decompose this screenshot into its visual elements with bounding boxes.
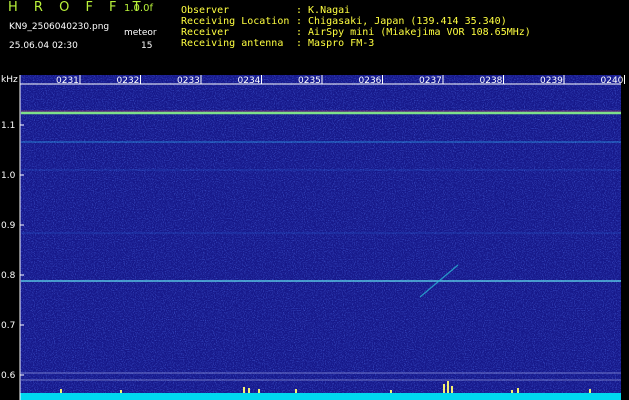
info-label-receiver: Receiver (181, 27, 230, 38)
x-tick-label: 0238 (480, 76, 503, 86)
meteor-label: meteor (124, 28, 157, 38)
burst-mark (243, 387, 245, 393)
burst-mark (517, 388, 519, 393)
info-label-observer: Observer (181, 5, 230, 16)
burst-mark (295, 389, 297, 393)
x-tick-label: 0234 (238, 76, 261, 86)
spectrum-noise (20, 75, 621, 393)
burst-mark (447, 381, 449, 393)
x-tick-label: 0232 (117, 76, 140, 86)
x-tick-label: 0235 (298, 76, 321, 86)
burst-mark (248, 388, 250, 393)
version-label: 1.0.0f (124, 3, 153, 14)
burst-mark (589, 389, 591, 393)
y-tick-label: 1.1 (1, 121, 15, 131)
info-label-antenna: Receiving antenna (181, 38, 284, 49)
info-value-antenna: : Maspro FM-3 (296, 38, 375, 49)
meteor-count: 15 (141, 41, 153, 51)
y-tick-label: 0.8 (1, 271, 16, 281)
x-tick-label: 0233 (177, 76, 200, 86)
info-value-observer: : K.Nagai (296, 5, 351, 16)
burst-mark (60, 389, 62, 393)
burst-mark (443, 384, 445, 393)
y-tick-label: 0.6 (1, 371, 16, 381)
x-tick-label: 0231 (56, 76, 79, 86)
x-tick-label: 0236 (359, 76, 382, 86)
burst-mark (451, 386, 453, 393)
info-value-receiver: : AirSpy mini (Miakejima VOR 108.65MHz) (296, 27, 531, 38)
spectrogram: 0231 0232 0233 0234 0235 0236 0237 0238 0239 0240… (1, 75, 625, 400)
header-panel: H R O F F T 1.0.0f KN9_2506040230.png me… (0, 0, 629, 75)
burst-mark (390, 390, 392, 393)
x-tick-label: 0239 (540, 76, 563, 86)
x-tick-label: 0240 (601, 76, 624, 86)
baseline-band (20, 393, 621, 400)
y-tick-label: 1.0 (1, 171, 16, 181)
burst-mark (511, 390, 513, 393)
datetime-label: 25.06.04 02:30 (9, 41, 78, 51)
info-label-location: Receiving Location (181, 16, 290, 27)
burst-mark (258, 389, 260, 393)
y-tick-label: 0.9 (1, 221, 16, 231)
burst-mark (120, 390, 122, 393)
filename-label: KN9_2506040230.png (9, 22, 110, 32)
y-tick-label: 0.7 (1, 321, 15, 331)
info-value-location: : Chigasaki, Japan (139.414 35.340) (296, 16, 507, 27)
y-unit-label: kHz (1, 75, 18, 85)
x-tick-label: 0237 (419, 76, 442, 86)
